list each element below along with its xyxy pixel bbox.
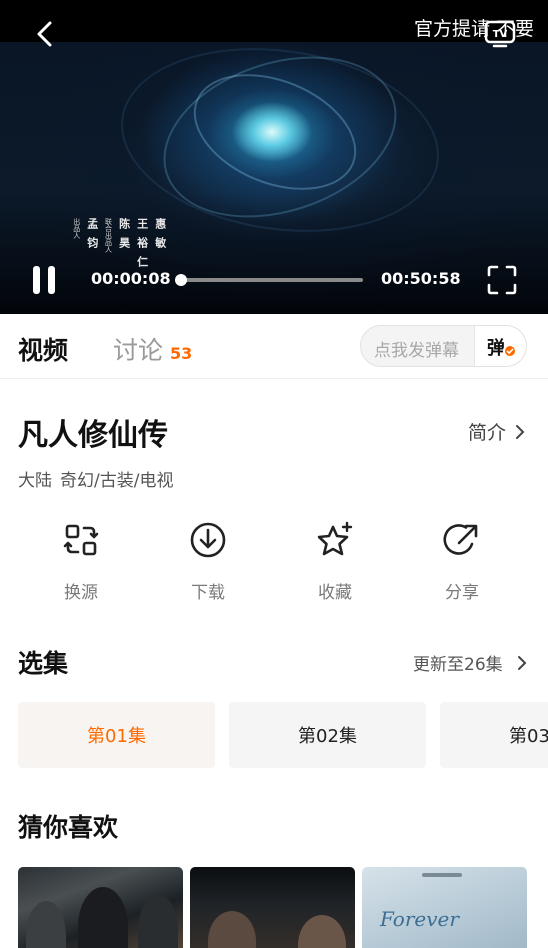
- recommend-poster[interactable]: [18, 867, 183, 948]
- total-time: 00:50:58: [381, 269, 461, 288]
- episodes-section-title: 选集: [18, 649, 69, 678]
- discuss-count-badge: 53: [170, 344, 193, 363]
- fullscreen-icon: [487, 265, 517, 295]
- tag-region: 大陆: [18, 471, 52, 491]
- pause-button[interactable]: [30, 266, 60, 296]
- switch-source-label: 换源: [64, 583, 98, 603]
- svg-text:TV: TV: [493, 29, 508, 40]
- chevron-right-icon: [517, 655, 527, 670]
- episodes-update-text: 更新至26集: [413, 655, 503, 675]
- progress-thumb[interactable]: [174, 274, 187, 286]
- intro-link[interactable]: 简介: [468, 418, 528, 445]
- show-tags: 大陆 奇幻/古装/电视: [18, 466, 181, 491]
- chevron-right-icon: [516, 424, 525, 439]
- video-player[interactable]: 出品人 孟钧 联合出品人 陈昊 王裕仁 惠敏 官方提请 不要 TV 00:00:…: [0, 0, 548, 314]
- chevron-left-icon: [37, 21, 52, 47]
- progress-bar[interactable]: [174, 274, 363, 286]
- switch-source-icon: [63, 524, 99, 556]
- download-icon: [190, 522, 226, 558]
- share-label: 分享: [445, 583, 479, 603]
- share-icon: [443, 524, 478, 555]
- episode-item[interactable]: 第02集: [229, 702, 426, 768]
- download-button[interactable]: 下载: [163, 520, 253, 603]
- recommend-list: Forever: [18, 867, 548, 948]
- share-button[interactable]: 分享: [417, 520, 507, 603]
- official-notice-text: 官方提请 不要: [414, 18, 535, 40]
- intro-label: 简介: [468, 422, 507, 444]
- recommend-section-title: 猜你喜欢: [18, 813, 119, 842]
- recommend-poster[interactable]: Forever: [362, 867, 527, 948]
- danmaku-button-label: 弹: [487, 338, 505, 359]
- danmaku-bar: 点我发弹幕 弹: [360, 325, 527, 367]
- back-button[interactable]: [30, 18, 60, 50]
- recommend-poster[interactable]: [190, 867, 355, 948]
- favorite-star-icon: [317, 521, 353, 556]
- tag-genre: 奇幻/古装/电视: [60, 471, 174, 491]
- danmaku-toggle-button[interactable]: 弹: [474, 326, 526, 366]
- show-title: 凡人修仙传: [18, 418, 168, 453]
- current-time: 00:00:08: [91, 269, 171, 288]
- episodes-update-link[interactable]: 更新至26集: [413, 650, 531, 675]
- tv-cast-icon: TV: [484, 20, 516, 48]
- danmaku-input[interactable]: 点我发弹幕: [374, 336, 459, 361]
- episode-item[interactable]: 第01集: [18, 702, 215, 768]
- episode-list: 第01集 第02集 第03集: [18, 702, 548, 768]
- danmaku-on-indicator: [503, 344, 517, 358]
- cast-tv-button[interactable]: TV: [484, 18, 516, 48]
- episode-item[interactable]: 第03集: [440, 702, 548, 768]
- download-label: 下载: [191, 583, 225, 603]
- switch-source-button[interactable]: 换源: [36, 520, 126, 603]
- player-controls: 00:00:08 00:50:58: [0, 258, 548, 302]
- favorite-button[interactable]: 收藏: [290, 520, 380, 603]
- fullscreen-button[interactable]: [486, 264, 518, 296]
- content-tab-bar: 视频 讨论 53 点我发弹幕 弹: [0, 314, 548, 379]
- tab-video[interactable]: 视频: [18, 331, 68, 367]
- favorite-label: 收藏: [318, 583, 352, 603]
- tab-discuss[interactable]: 讨论: [113, 331, 163, 367]
- action-row: 换源 下载 收藏 分享: [0, 520, 548, 610]
